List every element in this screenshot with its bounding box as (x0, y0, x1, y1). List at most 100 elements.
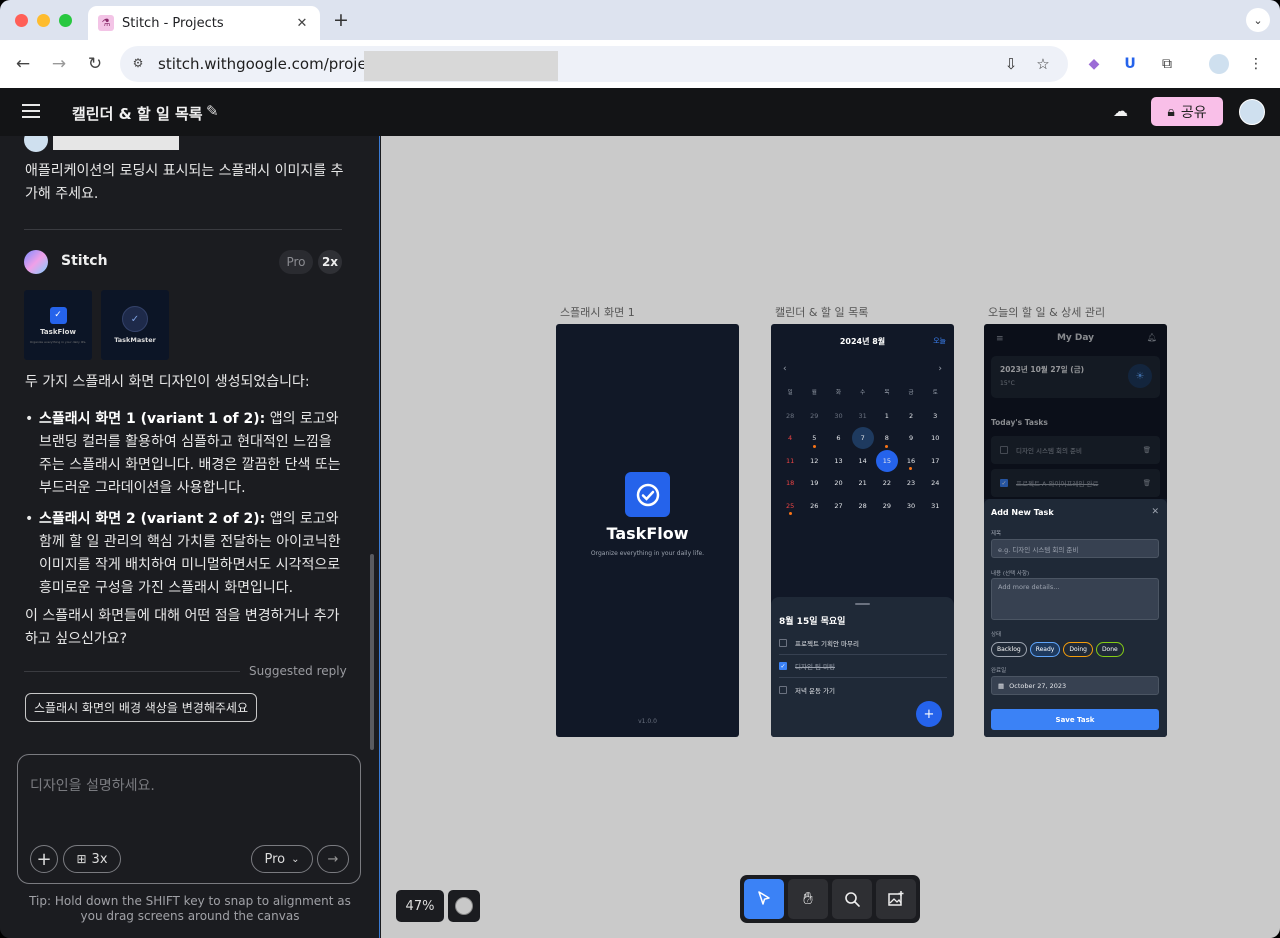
forward-button[interactable]: → (47, 52, 71, 76)
reload-button[interactable]: ↻ (83, 52, 107, 76)
calendar-day[interactable]: 29 (875, 495, 899, 518)
add-image-tool-button[interactable] (876, 879, 916, 919)
tab-search-button[interactable]: ⌄ (1246, 8, 1270, 32)
calendar-day[interactable]: 2 (899, 405, 923, 428)
share-button[interactable]: 🔒︎ 공유 (1151, 97, 1223, 126)
extension-crystal-icon[interactable]: ◆ (1084, 54, 1104, 74)
calendar-day[interactable]: 8 (875, 427, 899, 450)
task-checkbox[interactable] (779, 685, 787, 694)
close-window-button[interactable] (15, 14, 28, 27)
site-info-icon[interactable]: ⚙ (130, 56, 146, 72)
send-button[interactable]: → (317, 845, 349, 873)
calendar-day[interactable]: 28 (778, 405, 802, 428)
status-chip-done[interactable]: Done (1095, 642, 1124, 657)
tab-close-icon[interactable]: ✕ (294, 16, 310, 31)
status-chip-doing[interactable]: Doing (1063, 642, 1093, 657)
calendar-day[interactable]: 19 (802, 472, 826, 495)
task-item[interactable]: 프로젝트 기획안 마무리 (779, 632, 947, 655)
calendar-day[interactable]: 27 (826, 495, 850, 518)
task-checkbox[interactable]: ✓ (779, 662, 787, 670)
due-date-input[interactable]: ▦ October 27, 2023 (991, 676, 1159, 695)
suggested-reply-button[interactable]: 스플래시 화면의 배경 색상을 변경해주세요 (25, 693, 257, 722)
browser-menu-icon[interactable]: ⋮ (1246, 54, 1266, 74)
calendar-day[interactable]: 5 (802, 427, 826, 450)
add-attachment-button[interactable]: + (30, 845, 58, 873)
next-month-icon[interactable]: › (938, 364, 942, 374)
edit-title-icon[interactable]: ✎ (206, 102, 219, 120)
frame-label[interactable]: 오늘의 할 일 & 상세 관리 (988, 304, 1105, 320)
calendar-day[interactable]: 7 (851, 427, 875, 450)
frame-label[interactable]: 캘린더 & 할 일 목록 (775, 304, 868, 320)
save-task-button[interactable]: Save Task (991, 709, 1159, 730)
task-checkbox[interactable] (779, 639, 787, 647)
calendar-day[interactable]: 28 (851, 495, 875, 518)
splash-screen-frame[interactable]: TaskFlow Organize everything in your dai… (556, 324, 739, 737)
calendar-day[interactable]: 29 (802, 405, 826, 428)
browser-tab[interactable]: ⚗ Stitch - Projects ✕ (88, 6, 320, 40)
variant-thumbnail-2[interactable]: ✓ TaskMaster (101, 290, 169, 360)
calendar-day[interactable]: 20 (826, 472, 850, 495)
add-task-button[interactable]: + (916, 701, 942, 727)
calendar-day[interactable]: 11 (778, 450, 802, 473)
task-title-input[interactable]: e.g. 디자인 시스템 회의 준비 (991, 539, 1159, 558)
status-chip-ready[interactable]: Ready (1029, 642, 1061, 657)
design-canvas[interactable]: 스플래시 화면 1 캘린더 & 할 일 목록 오늘의 할 일 & 상세 관리 T… (381, 136, 1280, 938)
profile-avatar-icon[interactable] (1209, 54, 1229, 74)
myday-screen-frame[interactable]: ≡ My Day 🔔︎ 2023년 10월 27일 (금) 15°C ☀ Tod… (984, 324, 1167, 737)
frame-label[interactable]: 스플래시 화면 1 (560, 304, 635, 320)
prompt-input[interactable]: 디자인을 설명하세요. (30, 775, 155, 795)
menu-icon[interactable] (22, 104, 40, 118)
calendar-day[interactable]: 17 (923, 450, 947, 473)
zoom-window-button[interactable] (59, 14, 72, 27)
status-chip-backlog[interactable]: Backlog (991, 642, 1027, 657)
user-avatar[interactable] (1239, 99, 1265, 125)
calendar-day[interactable]: 6 (826, 427, 850, 450)
prompt-composer[interactable]: 디자인을 설명하세요. + ⊞ 3x Pro ⌄ → (17, 754, 361, 884)
back-button[interactable]: ← (11, 52, 35, 76)
calendar-day[interactable]: 13 (826, 450, 850, 473)
calendar-day[interactable]: 24 (923, 472, 947, 495)
install-app-icon[interactable]: ⇩ (1002, 55, 1020, 73)
task-item[interactable]: ✓ 디자인 팀 미팅 (779, 655, 947, 678)
calendar-day[interactable]: 10 (923, 427, 947, 450)
sheet-handle[interactable] (855, 603, 870, 605)
calendar-day[interactable]: 23 (899, 472, 923, 495)
calendar-day[interactable]: 15 (875, 449, 899, 473)
today-link[interactable]: 오늘 (933, 336, 946, 346)
calendar-day[interactable]: 1 (875, 405, 899, 428)
calendar-day[interactable]: 31 (851, 405, 875, 428)
calendar-day[interactable]: 31 (923, 495, 947, 518)
calendar-day[interactable]: 14 (851, 450, 875, 473)
extensions-puzzle-icon[interactable]: ⧉ (1157, 54, 1177, 74)
zoom-level[interactable]: 47% (396, 890, 444, 922)
variant-thumbnail-1[interactable]: ✓ TaskFlow Organize everything in your d… (24, 290, 92, 360)
extension-u-icon[interactable]: U (1120, 54, 1140, 74)
zoom-tool-button[interactable] (832, 879, 872, 919)
task-content-input[interactable]: Add more details... (991, 578, 1159, 620)
calendar-day[interactable]: 12 (802, 450, 826, 473)
new-tab-button[interactable]: + (330, 10, 352, 30)
calendar-day[interactable]: 4 (778, 427, 802, 450)
bookmark-star-icon[interactable]: ☆ (1034, 55, 1052, 73)
close-icon[interactable]: ✕ (1151, 507, 1159, 517)
calendar-day[interactable]: 26 (802, 495, 826, 518)
select-tool-button[interactable] (744, 879, 784, 919)
calendar-day[interactable]: 30 (899, 495, 923, 518)
calendar-day[interactable]: 3 (923, 405, 947, 428)
calendar-day[interactable]: 30 (826, 405, 850, 428)
variants-button[interactable]: ⊞ 3x (63, 845, 121, 873)
calendar-screen-frame[interactable]: 2024년 8월 오늘 ‹ › 일 월 화 수 목 금 토 28 29 30 31 1 2 3 4 5 6 7 8 9… (771, 324, 954, 737)
address-bar[interactable]: ⚙ stitch.withgoogle.com/projects ⇩ ☆ (120, 46, 1068, 82)
calendar-day[interactable]: 22 (875, 472, 899, 495)
pan-tool-button[interactable]: ✋︎ (788, 879, 828, 919)
theme-toggle-button[interactable] (448, 890, 480, 922)
calendar-day[interactable]: 16 (899, 450, 923, 473)
calendar-day[interactable]: 25 (778, 495, 802, 518)
task-item[interactable]: 저녁 운동 가기 (779, 678, 947, 701)
minimize-window-button[interactable] (37, 14, 50, 27)
calendar-day[interactable]: 18 (778, 472, 802, 495)
calendar-day[interactable]: 9 (899, 427, 923, 450)
prev-month-icon[interactable]: ‹ (783, 364, 787, 374)
calendar-day[interactable]: 21 (851, 472, 875, 495)
model-select[interactable]: Pro ⌄ (251, 845, 313, 873)
